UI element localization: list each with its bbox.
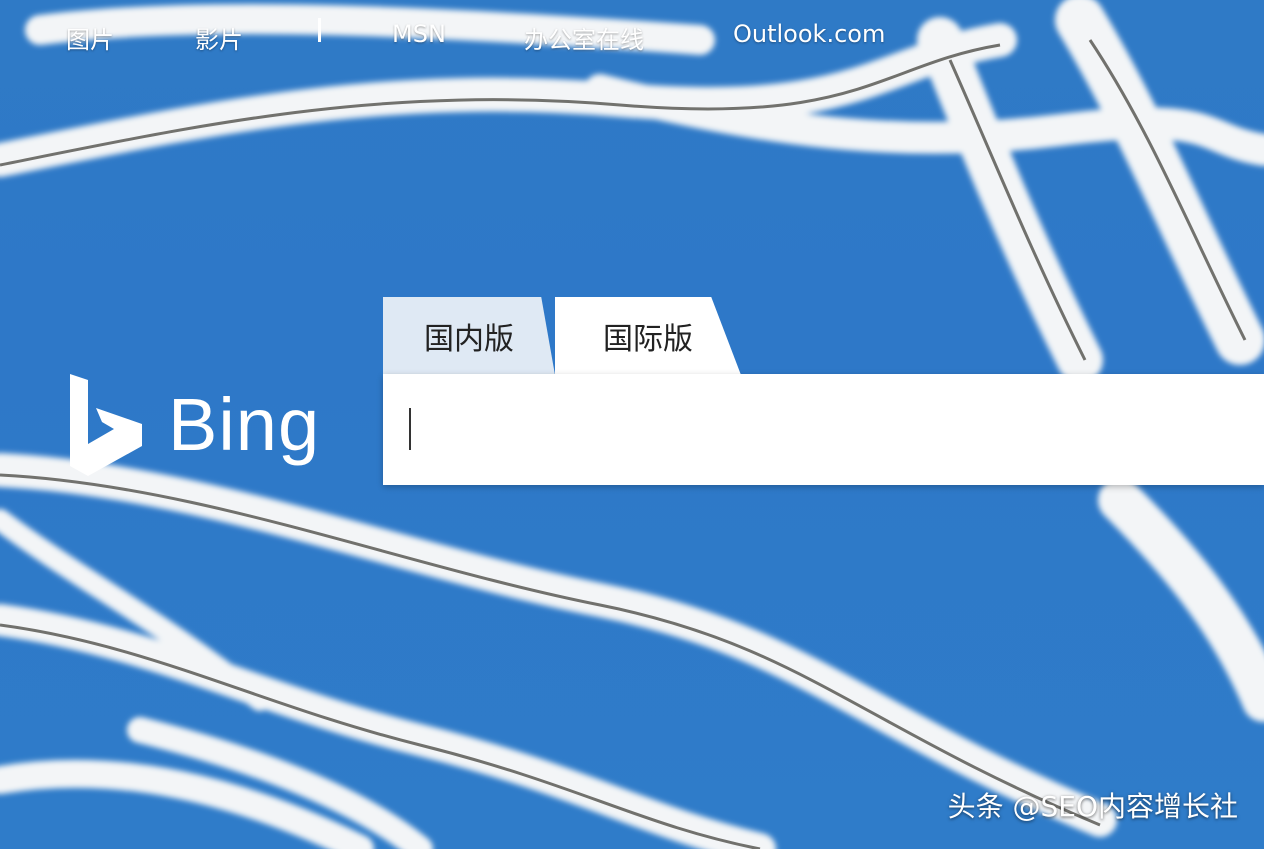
nav-outlook-link[interactable]: Outlook.com [733,20,885,48]
nav-separator [318,18,321,42]
tab-domestic[interactable]: 国内版 [383,297,555,375]
search-input[interactable] [405,402,1229,460]
bing-logo[interactable]: Bing [66,374,336,484]
nav-videos-link[interactable]: 影片 [195,20,243,55]
nav-office-link[interactable]: 办公室在线 [524,20,644,55]
text-caret [409,408,411,450]
bing-logo-icon [70,374,142,476]
bing-logo-text: Bing [168,383,321,466]
top-navigation: 图片 影片 MSN 办公室在线 Outlook.com [0,18,1264,56]
watermark-text: 头条 @SEO内容增长社 [947,790,1238,823]
nav-images-link[interactable]: 图片 [66,20,114,55]
tab-international[interactable]: 国际版 [555,297,741,375]
search-box[interactable] [383,374,1264,485]
nav-msn-link[interactable]: MSN [392,20,446,48]
